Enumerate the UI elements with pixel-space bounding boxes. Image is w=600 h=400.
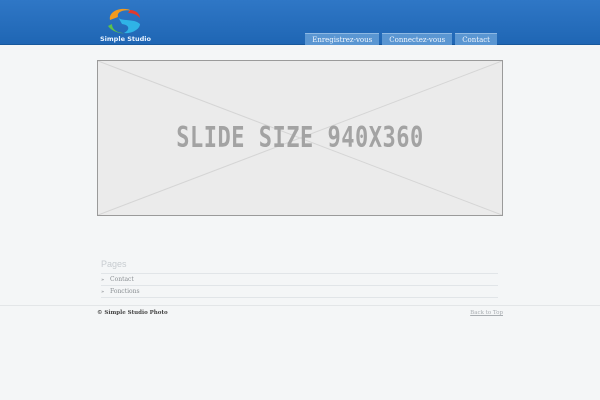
double-arrow-icon: »	[101, 276, 105, 283]
slide-placeholder-text: SLIDE SIZE 940X360	[176, 121, 424, 155]
pages-item-contact[interactable]: » Contact	[101, 274, 498, 286]
image-slider[interactable]: SLIDE SIZE 940X360	[97, 60, 503, 216]
back-to-top-link[interactable]: Back to Top	[470, 310, 503, 316]
footer-divider	[0, 305, 600, 306]
pages-item-label: Fonctions	[110, 287, 140, 295]
copyright-text: © Simple Studio Photo	[97, 310, 168, 316]
double-arrow-icon: »	[101, 288, 105, 295]
pages-item-label: Contact	[110, 275, 134, 283]
pages-widget: Pages » Contact » Fonctions	[101, 259, 498, 298]
logo-swirl-icon	[108, 8, 140, 34]
pages-title: Pages	[101, 259, 127, 269]
pages-item-fonctions[interactable]: » Fonctions	[101, 286, 498, 298]
pages-list: » Contact » Fonctions	[101, 273, 498, 298]
